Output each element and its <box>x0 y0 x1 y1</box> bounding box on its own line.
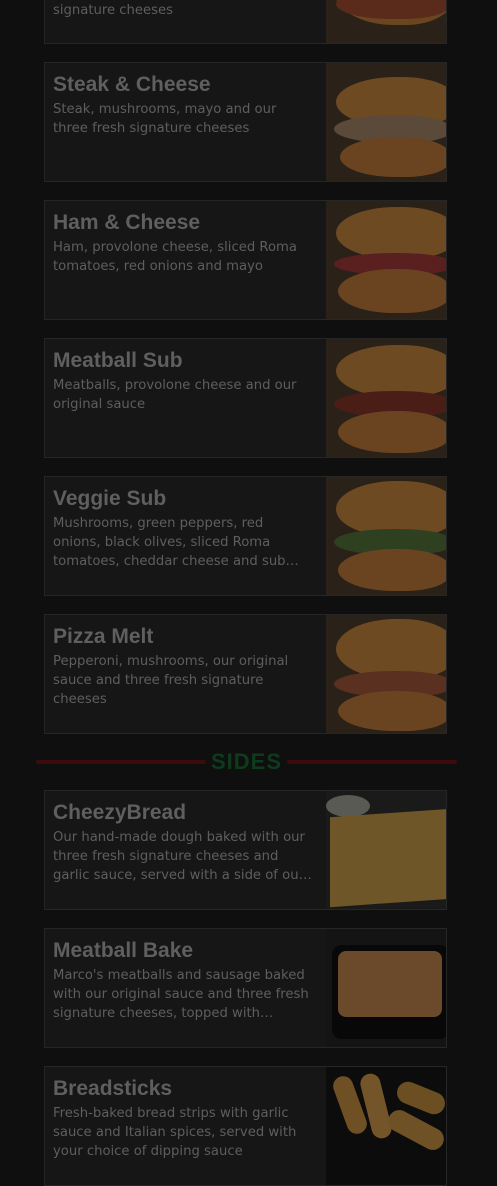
ham-sub-image <box>326 201 446 319</box>
breadsticks-image <box>326 1067 446 1185</box>
menu-item-partial[interactable]: signature cheeses <box>44 0 447 44</box>
menu-item-description: Our hand-made dough baked with our three… <box>53 830 305 883</box>
section-title: SIDES <box>210 749 283 774</box>
menu-item-title: Meatball Sub <box>53 349 183 372</box>
menu-item-title: Ham & Cheese <box>53 211 201 234</box>
menu-item-cheezybread[interactable]: CheezyBread Our hand-made dough baked wi… <box>44 790 447 910</box>
cheezybread-image <box>326 791 446 909</box>
pizza-melt-image <box>326 615 446 733</box>
menu-item-description: Steak, mushrooms, mayo and our three fre… <box>53 102 277 136</box>
menu-item-meatball-sub[interactable]: Meatball Sub Meatballs, provolone cheese… <box>44 338 447 458</box>
menu-item-description: Ham, provolone cheese, sliced Roma tomat… <box>53 240 297 274</box>
divider <box>36 760 206 764</box>
steak-sub-image <box>326 63 446 181</box>
veggie-sub-image <box>326 477 446 595</box>
menu-item-veggie-sub[interactable]: Veggie Sub Mushrooms, green peppers, red… <box>44 476 447 596</box>
menu-item-description: Meatballs, provolone cheese and our orig… <box>53 378 297 412</box>
menu-item-description: Marco's meatballs and sausage baked with… <box>53 968 309 1021</box>
menu-item-title: Veggie Sub <box>53 487 167 510</box>
menu-item-title: Pizza Melt <box>53 625 154 648</box>
sub-image <box>326 0 446 43</box>
menu-item-description: Pepperoni, mushrooms, our original sauce… <box>53 654 289 707</box>
menu-item-title: CheezyBread <box>53 801 187 824</box>
meatball-sub-image <box>326 339 446 457</box>
divider <box>287 760 457 764</box>
menu-item-ham-cheese[interactable]: Ham & Cheese Ham, provolone cheese, slic… <box>44 200 447 320</box>
sides-section-header: SIDES <box>36 750 457 774</box>
menu-item-steak-cheese[interactable]: Steak & Cheese Steak, mushrooms, mayo an… <box>44 62 447 182</box>
menu-item-description: Mushrooms, green peppers, red onions, bl… <box>53 516 286 569</box>
menu-item-title: Steak & Cheese <box>53 73 211 96</box>
menu-item-pizza-melt[interactable]: Pizza Melt Pepperoni, mushrooms, our ori… <box>44 614 447 734</box>
menu-item-title: Meatball Bake <box>53 939 194 962</box>
menu-item-title: Breadsticks <box>53 1077 173 1100</box>
menu-item-breadsticks[interactable]: Breadsticks Fresh-baked bread strips wit… <box>44 1066 447 1186</box>
menu-item-description: Fresh-baked bread strips with garlic sau… <box>53 1106 297 1159</box>
meatball-bake-image <box>326 929 446 1047</box>
menu-item-meatball-bake[interactable]: Meatball Bake Marco's meatballs and saus… <box>44 928 447 1048</box>
menu-item-description: signature cheeses <box>53 3 174 18</box>
